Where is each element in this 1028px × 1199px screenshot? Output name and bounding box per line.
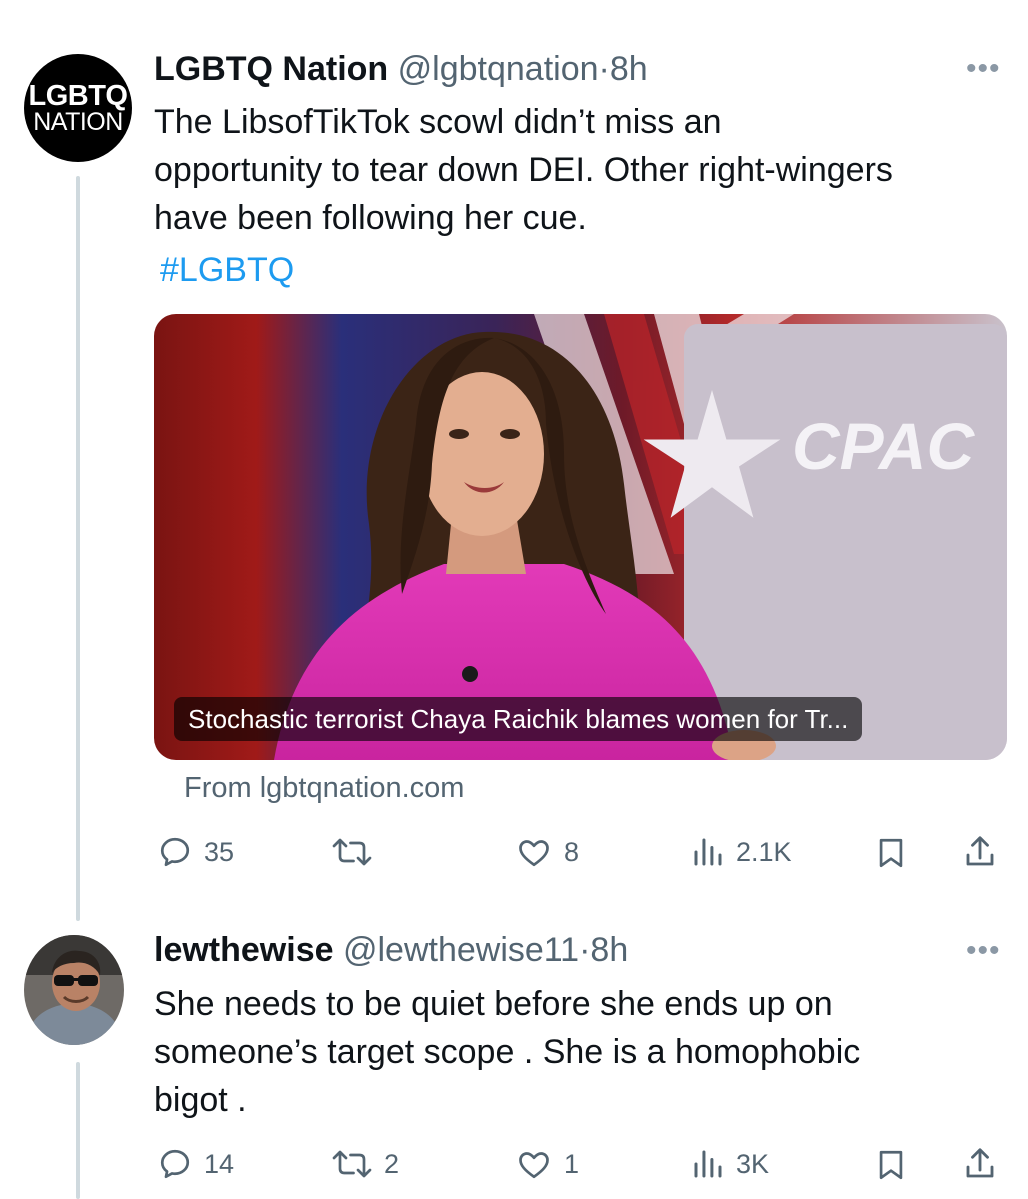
link-card-image[interactable]: CPAC <box>154 314 1007 760</box>
article-photo: CPAC <box>154 314 1007 760</box>
like-button[interactable]: 1 <box>514 1146 579 1182</box>
tweet2-text-line: someone’s target scope . She is a homoph… <box>154 1033 861 1071</box>
tweet1-text-line: The LibsofTikTok scowl didn’t miss an <box>154 103 722 141</box>
like-icon <box>519 840 549 867</box>
link-card-caption[interactable]: Stochastic terrorist Chaya Raichik blame… <box>174 697 863 741</box>
views-icon <box>694 838 722 866</box>
tweet2-timestamp[interactable]: 8h <box>590 931 628 969</box>
views-count: 3K <box>736 1148 770 1179</box>
more-icon[interactable]: ••• <box>966 52 1001 86</box>
reply-button[interactable]: 14 <box>156 1146 234 1182</box>
reply-icon <box>160 837 190 867</box>
lgbtq-nation-avatar[interactable]: LGBTQ NATION <box>24 54 132 162</box>
reply-icon <box>160 1149 190 1179</box>
like-button[interactable]: 8 <box>514 834 579 870</box>
reply-count: 35 <box>204 836 235 867</box>
tweet2-handle[interactable]: @lewthewise11 <box>343 931 579 969</box>
like-count: 1 <box>564 1148 580 1179</box>
tweet2-text-line: bigot . <box>154 1081 247 1119</box>
avatar-logo-line2: NATION <box>33 108 123 136</box>
views-button[interactable]: 3K <box>690 1146 769 1182</box>
views-icon <box>694 1150 722 1178</box>
bookmark-icon <box>879 838 903 868</box>
retweet-button[interactable] <box>330 834 384 870</box>
hashtag-link[interactable]: #LGBTQ <box>160 246 294 294</box>
tweet1-text-line: have been following her cue. <box>154 199 587 237</box>
tweet1-separator: · <box>598 50 610 88</box>
tweet1-timestamp[interactable]: 8h <box>610 50 648 88</box>
tweet2-text: She needs to be quiet before she ends up… <box>154 980 1014 1124</box>
more-icon[interactable]: ••• <box>966 934 1001 968</box>
user-photo <box>24 935 124 1045</box>
tweet2-separator: · <box>579 931 591 969</box>
cpac-sign-text: CPAC <box>792 409 975 483</box>
share-icon <box>966 836 994 866</box>
tweet1-text-line: opportunity to tear down DEI. Other righ… <box>154 151 893 189</box>
views-count: 2.1K <box>736 836 792 867</box>
retweet-icon <box>332 838 372 866</box>
lewthewise-avatar[interactable] <box>24 935 124 1045</box>
share-icon <box>966 1148 994 1178</box>
reply-count: 14 <box>204 1148 235 1179</box>
retweet-count: 2 <box>384 1148 400 1179</box>
bookmark-icon <box>879 1150 903 1180</box>
link-card-source[interactable]: From lgbtqnation.com <box>184 772 464 805</box>
share-button[interactable] <box>962 1144 998 1184</box>
bookmark-button[interactable] <box>874 1146 908 1184</box>
bookmark-button[interactable] <box>874 834 908 872</box>
thread-connector-line <box>76 176 80 921</box>
tweet1-handle[interactable]: @lgbtqnation <box>398 50 599 88</box>
thread-connector-line <box>76 1062 80 1199</box>
tweet1-text: The LibsofTikTok scowl didn’t miss an op… <box>154 98 1014 242</box>
tweet1-header: LGBTQ Nation @lgbtqnation·8h <box>154 48 648 90</box>
like-icon <box>519 1152 549 1179</box>
avatar-logo-line1: LGBTQ <box>28 80 129 112</box>
like-count: 8 <box>564 836 580 867</box>
share-button[interactable] <box>962 832 998 872</box>
retweet-button[interactable]: 2 <box>330 1146 399 1182</box>
tweet2-display-name[interactable]: lewthewise <box>154 931 334 969</box>
tweet1-display-name[interactable]: LGBTQ Nation <box>154 50 388 88</box>
reply-button[interactable]: 35 <box>156 834 234 870</box>
tweet2-header: lewthewise @lewthewise11·8h <box>154 929 628 971</box>
tweet2-text-line: She needs to be quiet before she ends up… <box>154 985 833 1023</box>
retweet-icon <box>332 1150 372 1178</box>
views-button[interactable]: 2.1K <box>690 834 792 870</box>
